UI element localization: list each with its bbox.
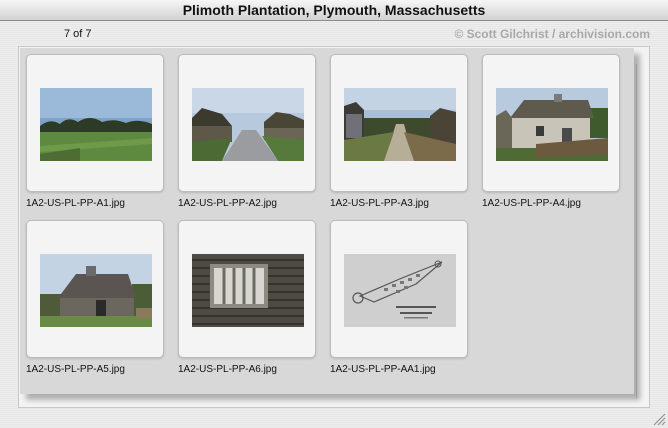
thumbnail-grid: 1A2-US-PL-PP-A1.jpg 1A2-US-PL-PP-A2.jpg (20, 48, 634, 394)
plantation-map-sign-photo-icon[interactable] (344, 254, 456, 327)
thumbnail-filename: 1A2-US-PL-PP-A6.jpg (178, 364, 277, 375)
thumbnail-card-4[interactable] (482, 54, 620, 192)
thumbnail-card-5[interactable] (26, 220, 164, 358)
thumbnail-card-7[interactable] (330, 220, 468, 358)
thumbnail-card-2[interactable] (178, 54, 316, 192)
thumbnail-card-6[interactable] (178, 220, 316, 358)
window-clapboard-photo-icon[interactable] (192, 254, 304, 327)
resize-grip-icon[interactable] (652, 412, 666, 426)
thumbnail-filename: 1A2-US-PL-PP-AA1.jpg (330, 364, 436, 375)
vertical-scrollbar[interactable] (636, 64, 646, 399)
field-landscape-photo-icon[interactable] (40, 88, 152, 161)
window-title: Plimoth Plantation, Plymouth, Massachuse… (0, 0, 668, 21)
village-street-photo-icon[interactable] (192, 88, 304, 161)
thumbnail-card-1[interactable] (26, 54, 164, 192)
thumbnail-filename: 1A2-US-PL-PP-A4.jpg (482, 198, 581, 209)
village-path-photo-icon[interactable] (344, 88, 456, 161)
wooden-house-photo-icon[interactable] (40, 254, 152, 327)
thumbnail-filename: 1A2-US-PL-PP-A1.jpg (26, 198, 125, 209)
thatched-house-photo-icon[interactable] (496, 88, 608, 161)
thumbnail-card-3[interactable] (330, 54, 468, 192)
thumbnail-filename: 1A2-US-PL-PP-A3.jpg (330, 198, 429, 209)
thumbnail-filename: 1A2-US-PL-PP-A2.jpg (178, 198, 277, 209)
image-counter: 7 of 7 (64, 28, 92, 40)
copyright-credit: © Scott Gilchrist / archivision.com (454, 27, 650, 41)
thumbnail-filename: 1A2-US-PL-PP-A5.jpg (26, 364, 125, 375)
